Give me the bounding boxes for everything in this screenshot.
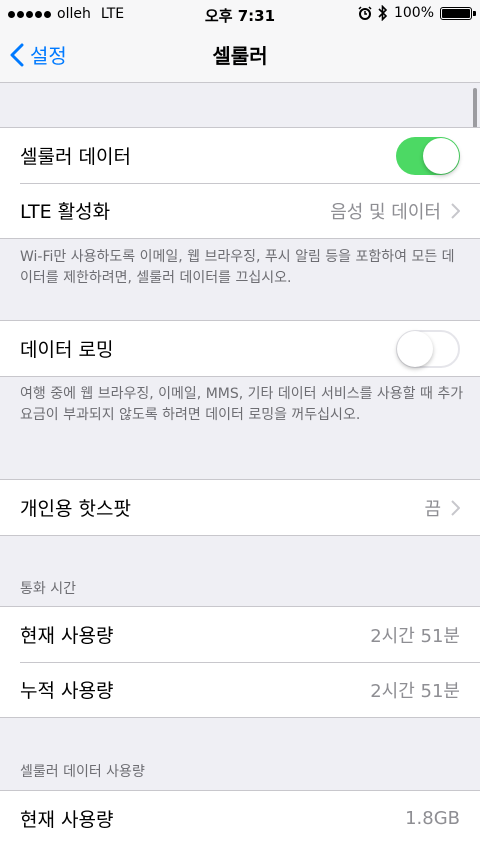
call-time-current-label: 현재 사용량 — [20, 625, 114, 647]
lte-row[interactable]: LTE 활성화 음성 및 데이터 — [0, 183, 480, 238]
chevron-right-icon — [451, 499, 460, 516]
alarm-clock-icon — [358, 6, 372, 20]
roaming-row: 데이터 로밍 — [0, 321, 480, 376]
lte-value: 음성 및 데이터 — [330, 201, 441, 223]
call-time-header: 통화 시간 — [20, 581, 76, 597]
call-time-current-row: 현재 사용량 2시간 51분 — [0, 607, 480, 662]
page-title: 셀룰러 — [212, 44, 268, 68]
battery-icon — [440, 6, 476, 20]
call-time-total-row: 누적 사용량 2시간 51분 — [0, 662, 480, 717]
navigation-bar: 설정 셀룰러 — [0, 28, 480, 83]
data-usage-header: 셀룰러 데이터 사용량 — [20, 764, 145, 780]
lte-label: LTE 활성화 — [20, 201, 111, 223]
cellular-data-footer: Wi-Fi만 사용하도록 이메일, 웹 브라우징, 푸시 알림 등을 포함하여 … — [20, 249, 455, 286]
data-usage-group: 현재 사용량 1.8GB — [0, 790, 480, 861]
cellular-data-row: 셀룰러 데이터 — [0, 128, 480, 183]
data-usage-current-value: 1.8GB — [405, 808, 460, 829]
status-bar: olleh LTE 오후 7:31 100% — [0, 0, 480, 28]
chevron-right-icon — [451, 202, 460, 219]
cellular-data-label: 셀룰러 데이터 — [20, 146, 131, 168]
hotspot-label: 개인용 핫스팟 — [20, 498, 131, 520]
call-time-current-value: 2시간 51분 — [370, 625, 460, 647]
battery-percent: 100% — [393, 5, 434, 21]
status-right: 100% — [358, 5, 476, 21]
cellular-data-toggle[interactable] — [396, 136, 460, 175]
roaming-footer: 여행 중에 웹 브라우징, 이메일, MMS, 기타 데이터 서비스를 사용할 … — [20, 386, 464, 423]
hotspot-group: 개인용 핫스팟 끔 — [0, 479, 480, 536]
roaming-group: 데이터 로밍 — [0, 320, 480, 377]
call-time-total-value: 2시간 51분 — [370, 680, 460, 702]
data-usage-current-row: 현재 사용량 1.8GB — [0, 791, 480, 846]
hotspot-row[interactable]: 개인용 핫스팟 끔 — [0, 480, 480, 535]
roaming-toggle[interactable] — [396, 329, 460, 368]
cellular-group: 셀룰러 데이터 LTE 활성화 음성 및 데이터 — [0, 127, 480, 239]
hotspot-value: 끔 — [424, 498, 441, 520]
roaming-label: 데이터 로밍 — [20, 339, 114, 361]
data-usage-current-label: 현재 사용량 — [20, 809, 114, 831]
call-time-group: 현재 사용량 2시간 51분 누적 사용량 2시간 51분 — [0, 606, 480, 718]
call-time-total-label: 누적 사용량 — [20, 680, 114, 702]
bluetooth-icon — [378, 5, 388, 21]
